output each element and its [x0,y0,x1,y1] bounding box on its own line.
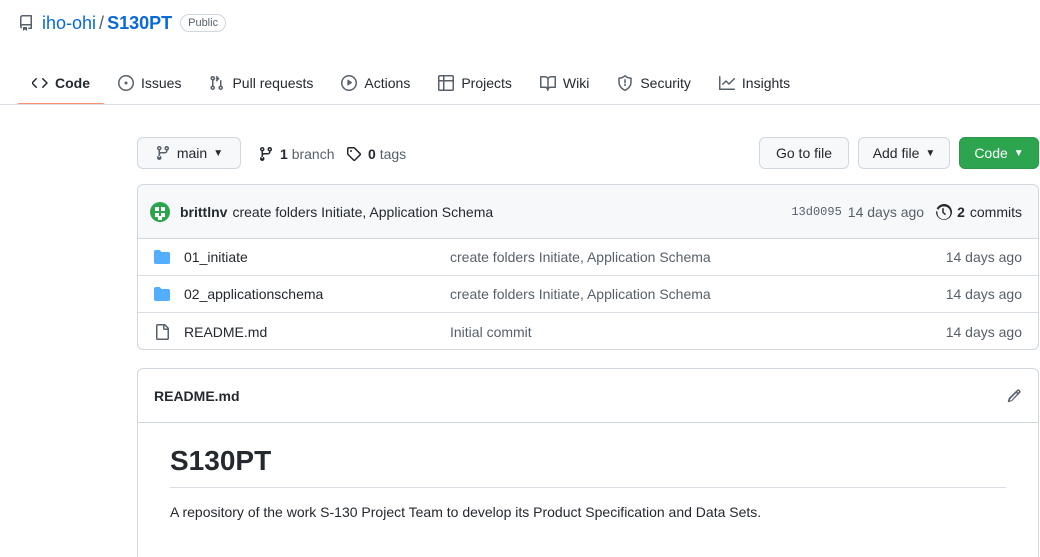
tab-label: Pull requests [232,75,314,91]
tab-label: Wiki [562,75,590,91]
commit-age: 14 days ago [847,203,925,220]
readme-content: S130PT A repository of the work S-130 Pr… [138,423,1038,520]
file-age: 14 days ago [945,323,1022,340]
readme-header: README.md [138,369,1038,423]
avatar[interactable] [150,201,170,222]
add-file-label: Add file [872,145,920,161]
file-commit-link[interactable]: create folders Initiate, Application Sch… [450,249,946,265]
file-browser: brittlnv create folders Initiate, Applic… [137,184,1039,350]
tabs-divider [0,104,1040,105]
commit-count: 2 [957,203,965,220]
readme-paragraph: A repository of the work S-130 Project T… [170,504,762,520]
tab-insights[interactable]: Insights [705,62,804,104]
file-age: 14 days ago [945,286,1022,302]
commit-label: commits [969,203,1022,220]
code-icon [32,75,48,91]
git-pull-request-icon [209,75,225,91]
tab-security[interactable]: Security [603,62,705,104]
tab-projects[interactable]: Projects [424,62,526,104]
commit-message-link[interactable]: create folders Initiate, Application Sch… [232,204,493,220]
play-icon [341,75,358,91]
go-to-file-button[interactable]: Go to file [759,137,849,169]
file-commit-link[interactable]: Initial commit [450,324,946,340]
branch-count: 1 [280,146,288,162]
book-icon [539,75,556,91]
table-row: 02_applicationschema create folders Init… [138,276,1038,313]
repo-tabs: Code Issues Pull requests Actions Projec… [18,62,1040,105]
tab-label: Projects [461,75,512,91]
caret-down-icon: ▼ [213,147,224,159]
folder-icon [154,286,170,302]
path-separator: / [99,12,105,33]
caret-down-icon: ▼ [1013,147,1024,159]
git-branch-icon [155,145,171,161]
code-button[interactable]: Code ▼ [959,137,1039,169]
file-name-link[interactable]: README.md [184,324,450,340]
branch-label: branch [291,146,335,162]
tag-label: tags [379,146,407,162]
commit-sha-link[interactable]: 13d0095 [791,205,841,219]
tab-actions[interactable]: Actions [327,62,424,104]
latest-commit-bar: brittlnv create folders Initiate, Applic… [138,185,1038,239]
tab-issues[interactable]: Issues [104,62,195,104]
table-row: 01_initiate create folders Initiate, App… [138,239,1038,276]
readme-filename-link[interactable]: README.md [154,388,240,404]
pencil-icon[interactable] [1006,388,1022,404]
commit-author-link[interactable]: brittlnv [180,204,227,220]
repo-header: iho-ohi / S130PT Public [18,12,227,34]
caret-down-icon: ▼ [925,147,936,159]
graph-icon [718,75,735,91]
tab-label: Issues [141,75,182,91]
tab-wiki[interactable]: Wiki [526,62,603,104]
tab-pull-requests[interactable]: Pull requests [195,62,327,104]
file-commit-link[interactable]: create folders Initiate, Application Sch… [450,286,946,302]
file-age: 14 days ago [945,249,1022,265]
repo-name-link[interactable]: S130PT [107,13,172,34]
tab-label: Code [55,75,90,91]
tags-link[interactable]: 0 tags [346,138,406,170]
tab-label: Security [640,75,691,91]
git-branch-icon [258,146,274,162]
table-row: README.md Initial commit 14 days ago [138,313,1038,349]
tab-label: Actions [364,75,411,91]
branch-name: main [176,145,208,161]
file-name-link[interactable]: 02_applicationschema [184,286,450,302]
branch-select-button[interactable]: main ▼ [137,137,241,169]
tab-label: Insights [741,75,791,91]
repo-icon [18,15,34,31]
add-file-button[interactable]: Add file ▼ [858,137,950,169]
tag-icon [346,146,362,162]
tab-code[interactable]: Code [18,62,104,105]
file-icon [154,323,170,340]
repo-owner-link[interactable]: iho-ohi [42,13,96,34]
go-to-file-label: Go to file [775,145,833,161]
history-icon [936,203,953,220]
readme-panel: README.md S130PT A repository of the wor… [137,368,1039,557]
shield-icon [617,75,633,91]
code-button-label: Code [974,145,1008,161]
tag-count: 0 [368,146,376,162]
folder-icon [154,249,170,265]
branches-link[interactable]: 1 branch [258,138,335,170]
visibility-badge: Public [180,14,227,32]
readme-heading: S130PT [170,445,1006,488]
issue-opened-icon [118,75,134,91]
file-name-link[interactable]: 01_initiate [184,249,450,265]
commits-link[interactable]: 2 commits [936,204,1022,220]
table-icon [438,75,455,91]
